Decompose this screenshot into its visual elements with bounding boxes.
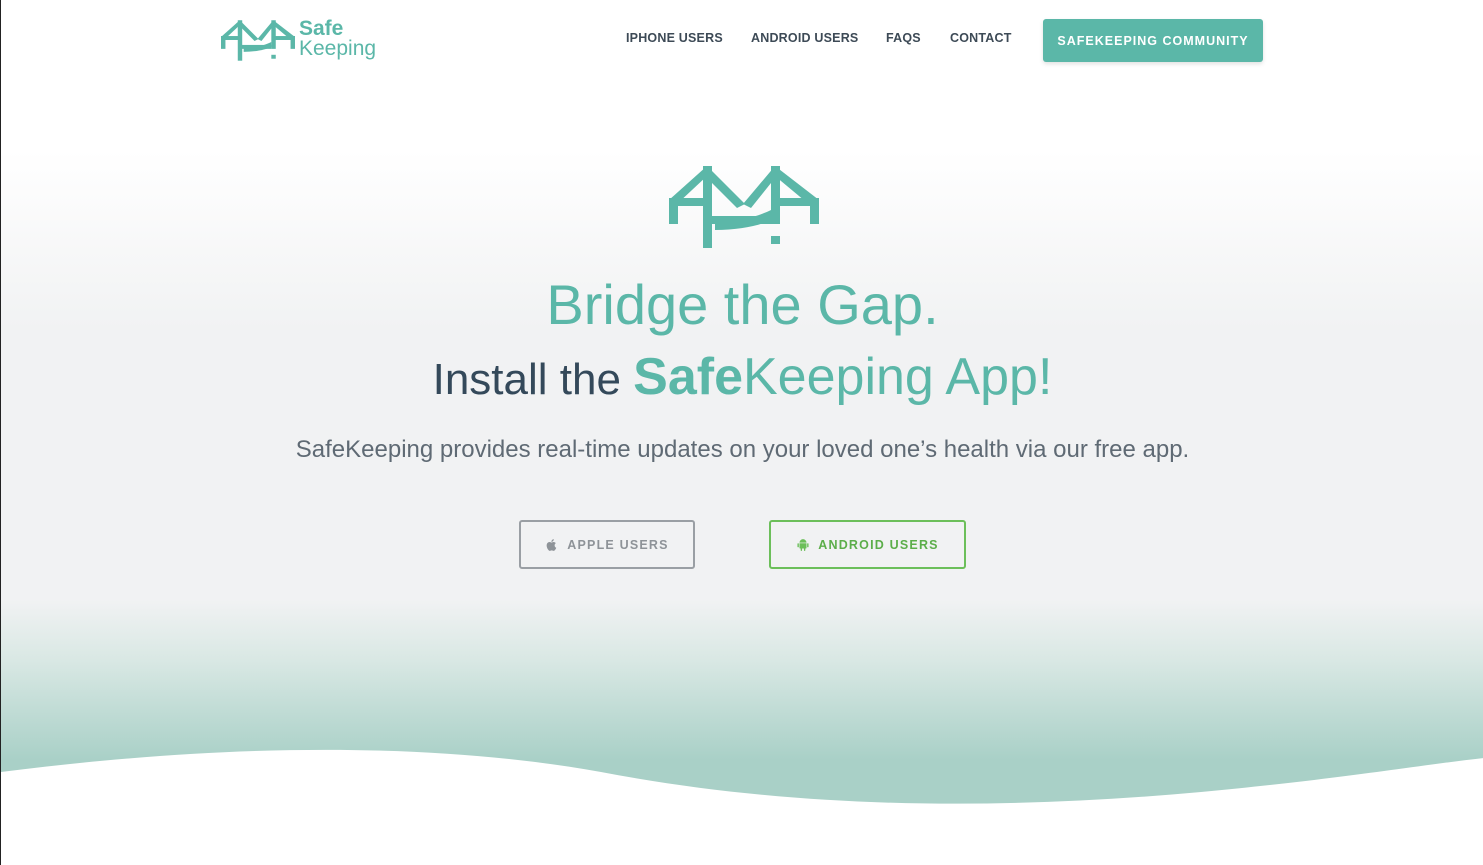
apple-icon [546, 538, 557, 551]
subheadline-prefix: Install the [432, 355, 634, 404]
logo-line-1: Safe [299, 17, 344, 40]
site-logo[interactable]: Safe Keeping [221, 14, 381, 64]
hero-subheadline: Install the SafeKeeping App! [1, 342, 1483, 415]
android-icon [797, 538, 809, 551]
site-header: Safe Keeping IPHONE USERS ANDROID USERS … [1, 0, 1483, 80]
subheadline-brand-rest: Keeping App! [743, 348, 1053, 406]
apple-users-label: APPLE USERS [567, 537, 669, 552]
nav-android-users[interactable]: ANDROID USERS [751, 31, 858, 45]
nav-contact[interactable]: CONTACT [950, 31, 1012, 45]
community-button[interactable]: SAFEKEEPING COMMUNITY [1043, 19, 1263, 62]
hero-description: SafeKeeping provides real-time updates o… [295, 436, 1190, 463]
hero-background [1, 0, 1483, 865]
wave-divider [1, 749, 1483, 865]
subheadline-brand-bold: Safe [633, 348, 743, 406]
hero-headline: Bridge the Gap. [546, 273, 939, 336]
android-users-button[interactable]: ANDROID USERS [769, 520, 966, 569]
bridge-logo-icon [221, 20, 295, 61]
bridge-icon [669, 166, 819, 248]
logo-wordmark: Safe Keeping [299, 17, 377, 60]
nav-iphone-users[interactable]: IPHONE USERS [626, 31, 723, 45]
logo-line-2: Keeping [299, 37, 377, 60]
apple-users-button[interactable]: APPLE USERS [519, 520, 695, 569]
nav-faqs[interactable]: FAQS [886, 31, 921, 45]
android-users-label: ANDROID USERS [818, 537, 939, 552]
